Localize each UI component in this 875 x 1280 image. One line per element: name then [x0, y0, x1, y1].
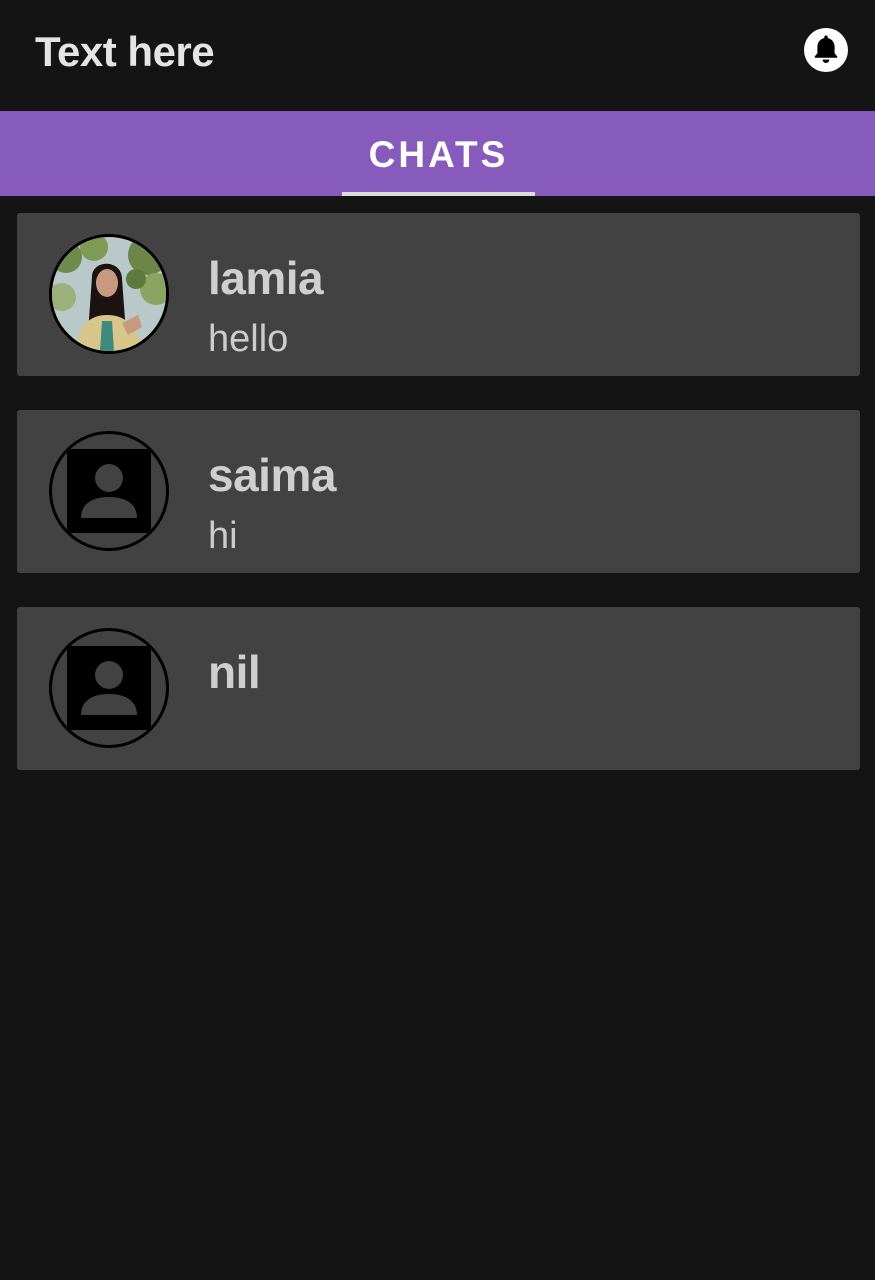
chat-name: nil — [208, 646, 261, 698]
user-photo-avatar — [49, 234, 169, 354]
tab-chats-label: CHATS — [368, 134, 509, 175]
active-tab-indicator — [342, 192, 535, 196]
tab-bar: CHATS — [0, 111, 875, 196]
default-avatar — [49, 431, 169, 551]
chat-name: saima — [208, 449, 336, 501]
chat-last-message: hello — [208, 318, 289, 360]
chat-name: lamia — [208, 252, 324, 304]
chat-item-saima[interactable]: saima hi — [17, 410, 860, 573]
notifications-button[interactable] — [804, 28, 848, 72]
chat-list: lamia hello saima hi nil — [17, 213, 860, 804]
default-avatar-icon — [67, 646, 151, 730]
top-app-bar: Text here — [0, 0, 875, 111]
app-title: Text here — [35, 28, 215, 75]
chat-item-nil[interactable]: nil — [17, 607, 860, 770]
chat-last-message: hi — [208, 515, 238, 557]
default-avatar-icon — [67, 449, 151, 533]
bell-icon — [814, 35, 838, 63]
chat-item-lamia[interactable]: lamia hello — [17, 213, 860, 376]
tab-chats[interactable]: CHATS — [342, 111, 535, 196]
app-screen: Text here CHATS lamia hello saima hi nil — [0, 0, 875, 1280]
user-photo — [52, 237, 166, 351]
default-avatar — [49, 628, 169, 748]
